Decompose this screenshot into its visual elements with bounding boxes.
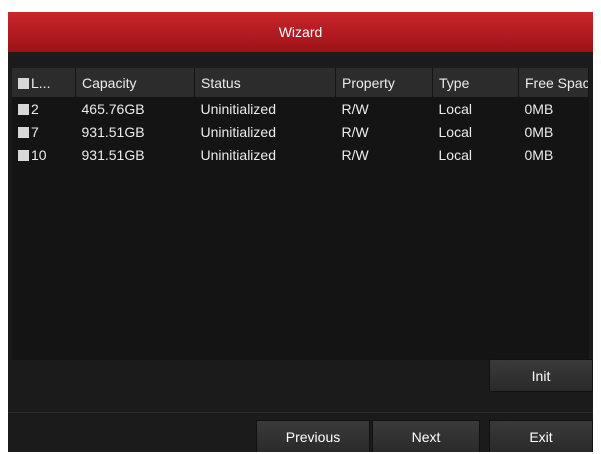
- header-property[interactable]: Property: [335, 68, 433, 97]
- table-row[interactable]: 2 465.76GB Uninitialized R/W Local 0MB: [12, 97, 589, 120]
- capacity-cell: 931.51GB: [81, 123, 145, 140]
- status-cell: Uninitialized: [200, 123, 276, 140]
- property-cell: R/W: [341, 100, 369, 117]
- row-checkbox[interactable]: [18, 103, 29, 115]
- property-cell: R/W: [341, 146, 369, 163]
- wizard-window: Wizard L... Capacity Status Property Typ…: [8, 12, 593, 452]
- previous-button[interactable]: Previous: [256, 420, 370, 452]
- row-label-cell[interactable]: 10: [12, 143, 76, 166]
- hdd-table-area: L... Capacity Status Property Type Free …: [12, 68, 589, 360]
- capacity-cell: 465.76GB: [81, 100, 145, 117]
- init-button[interactable]: Init: [489, 359, 593, 392]
- status-cell: Uninitialized: [200, 146, 276, 163]
- title-bar: Wizard: [8, 12, 593, 52]
- free-space-cell: 0MB: [524, 123, 554, 140]
- table-row[interactable]: 10 931.51GB Uninitialized R/W Local 0MB: [12, 143, 589, 166]
- type-cell: Local: [438, 146, 472, 163]
- free-space-cell: 0MB: [524, 100, 554, 117]
- window-title: Wizard: [278, 24, 323, 40]
- footer-divider: [8, 412, 593, 413]
- property-cell: R/W: [341, 123, 369, 140]
- row-label-cell[interactable]: 7: [12, 120, 76, 143]
- exit-button[interactable]: Exit: [489, 420, 593, 452]
- header-capacity[interactable]: Capacity: [75, 68, 195, 97]
- type-cell: Local: [438, 123, 472, 140]
- header-status[interactable]: Status: [194, 68, 336, 97]
- table-row[interactable]: 7 931.51GB Uninitialized R/W Local 0MB: [12, 120, 589, 143]
- header-free-space[interactable]: Free Space: [518, 68, 589, 97]
- row-label-cell[interactable]: 2: [12, 97, 76, 120]
- status-cell: Uninitialized: [200, 100, 276, 117]
- select-all-checkbox[interactable]: [18, 77, 29, 89]
- table-header-row: L... Capacity Status Property Type Free …: [12, 68, 589, 97]
- hdd-table: L... Capacity Status Property Type Free …: [12, 68, 589, 166]
- capacity-cell: 931.51GB: [81, 146, 145, 163]
- free-space-cell: 0MB: [524, 146, 554, 163]
- next-button[interactable]: Next: [372, 420, 480, 452]
- header-type[interactable]: Type: [432, 68, 519, 97]
- row-checkbox[interactable]: [18, 149, 29, 161]
- type-cell: Local: [438, 100, 472, 117]
- header-label[interactable]: L...: [12, 68, 76, 97]
- row-checkbox[interactable]: [18, 126, 29, 138]
